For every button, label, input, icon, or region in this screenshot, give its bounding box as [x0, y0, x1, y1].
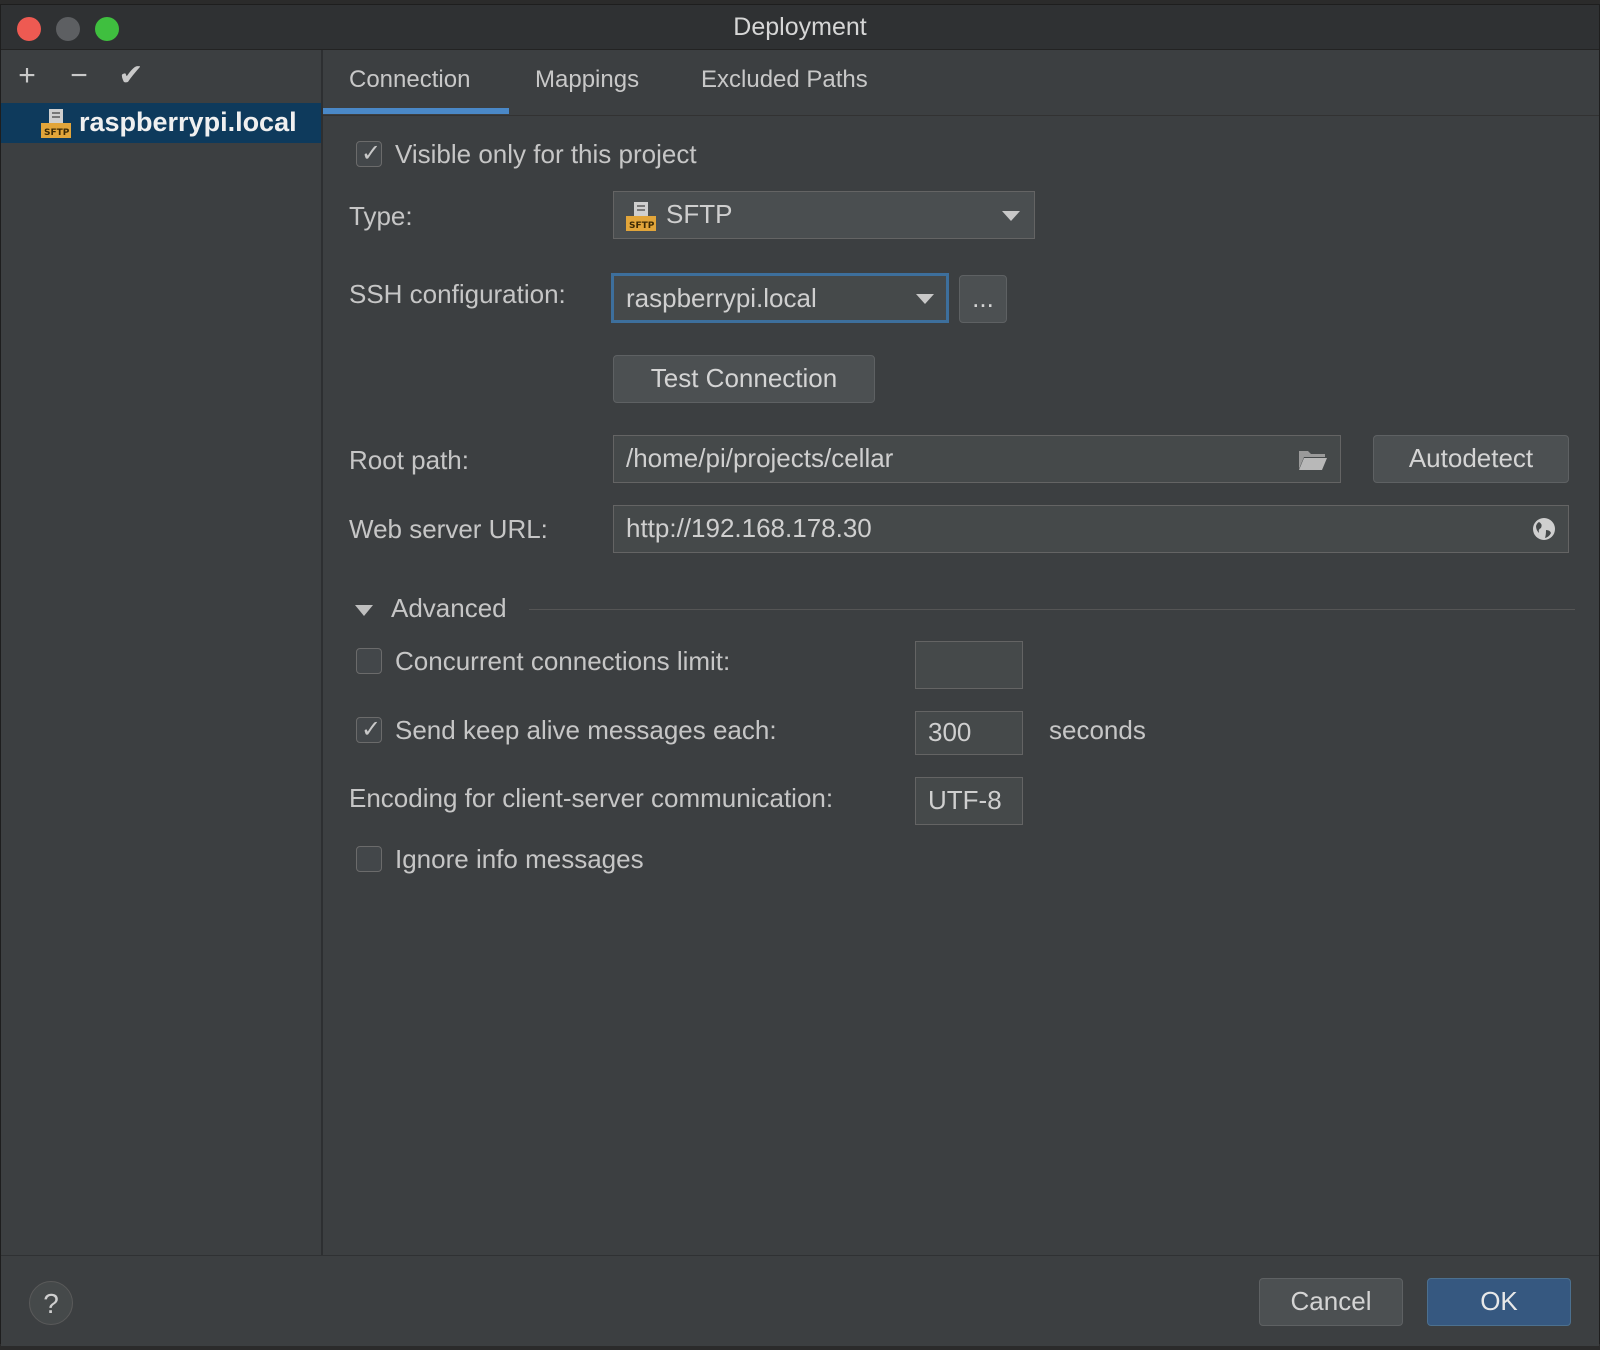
type-dropdown[interactable]: SFTP SFTP [613, 191, 1035, 239]
encoding-label: Encoding for client-server communication… [349, 783, 834, 813]
keep-alive-checkbox[interactable]: ✓ [356, 716, 382, 743]
window-title: Deployment [733, 13, 867, 41]
concurrent-limit-input[interactable] [915, 641, 1023, 689]
autodetect-button[interactable]: Autodetect [1373, 435, 1569, 483]
encoding-input[interactable]: UTF-8 [915, 777, 1023, 825]
remove-icon[interactable]: − [61, 58, 97, 94]
sftp-type-icon: SFTP [626, 202, 656, 231]
cancel-button[interactable]: Cancel [1259, 1278, 1403, 1326]
sftp-server-icon: SFTP [41, 109, 71, 138]
root-path-label: Root path: [349, 445, 469, 475]
help-button[interactable]: ? [29, 1281, 73, 1325]
svg-text:SFTP: SFTP [629, 221, 655, 231]
tab-connection[interactable]: Connection [349, 66, 470, 94]
tab-excluded-paths[interactable]: Excluded Paths [701, 66, 868, 94]
globe-icon[interactable] [1532, 517, 1556, 541]
add-icon[interactable]: + [9, 58, 45, 94]
ignore-info-label: Ignore info messages [395, 844, 644, 874]
server-list-panel: + − ✔ SFTP raspberrypi.local [1, 50, 323, 1255]
ignore-info-checkbox[interactable] [356, 846, 382, 872]
dialog-footer: ? Cancel OK [1, 1255, 1599, 1346]
folder-icon[interactable] [1298, 448, 1328, 472]
svg-text:SFTP: SFTP [44, 128, 70, 138]
server-list-toolbar: + − ✔ [1, 50, 321, 100]
apply-check-icon[interactable]: ✔ [113, 58, 149, 94]
title-bar: Deployment [1, 5, 1599, 50]
visible-only-checkbox[interactable]: ✓ [356, 140, 382, 167]
selected-tab-indicator [323, 108, 509, 114]
ok-button[interactable]: OK [1427, 1278, 1571, 1326]
tab-bar: Connection Mappings Excluded Paths [323, 50, 1599, 116]
encoding-value: UTF-8 [928, 785, 1002, 815]
keep-alive-input[interactable]: 300 [915, 711, 1023, 755]
web-url-value: http://192.168.178.30 [626, 513, 872, 543]
chevron-down-icon [916, 294, 934, 304]
chevron-down-icon [1002, 211, 1020, 221]
test-connection-button[interactable]: Test Connection [613, 355, 875, 403]
concurrent-limit-checkbox[interactable] [356, 648, 382, 674]
type-value: SFTP [666, 199, 733, 229]
concurrent-limit-label: Concurrent connections limit: [395, 646, 731, 676]
keep-alive-unit: seconds [1049, 715, 1146, 745]
visible-only-label: Visible only for this project [395, 139, 697, 169]
checkmark-icon: ✓ [361, 140, 382, 167]
advanced-section-title[interactable]: Advanced [391, 593, 507, 624]
deployment-dialog: Deployment + − ✔ SFTP raspberrypi.local … [0, 4, 1600, 1346]
keep-alive-value: 300 [928, 717, 972, 747]
root-path-input[interactable]: /home/pi/projects/cellar [613, 435, 1341, 483]
root-path-value: /home/pi/projects/cellar [626, 443, 894, 473]
server-name-label: raspberrypi.local [79, 107, 297, 137]
checkmark-icon: ✓ [361, 716, 382, 743]
ssh-config-value: raspberrypi.local [626, 283, 817, 313]
type-label: Type: [349, 201, 413, 231]
server-list-item[interactable]: SFTP raspberrypi.local [1, 103, 321, 143]
tab-mappings[interactable]: Mappings [535, 66, 639, 94]
ssh-config-dropdown[interactable]: raspberrypi.local [611, 273, 949, 323]
ssh-config-label: SSH configuration: [349, 279, 566, 309]
keep-alive-label: Send keep alive messages each: [395, 715, 777, 745]
advanced-divider [529, 609, 1575, 610]
web-url-input[interactable]: http://192.168.178.30 [613, 505, 1569, 553]
ssh-config-browse-button[interactable]: ... [959, 275, 1007, 323]
advanced-collapse-icon[interactable] [355, 605, 373, 616]
web-url-label: Web server URL: [349, 514, 548, 544]
